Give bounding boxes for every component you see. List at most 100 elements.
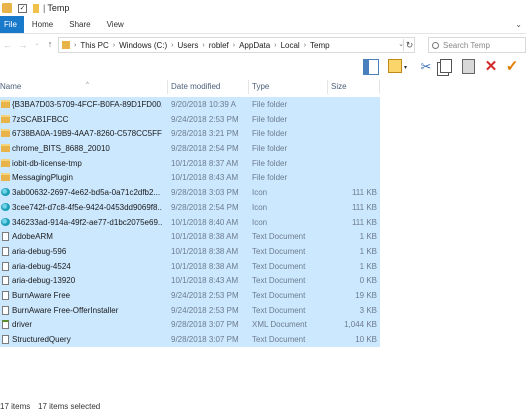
tab-share[interactable]: Share — [61, 16, 98, 33]
column-size[interactable]: Size — [331, 82, 347, 91]
cut-icon[interactable]: ✂ — [418, 59, 434, 75]
paste-icon[interactable] — [462, 59, 475, 74]
file-date: 9/28/2018 3:21 PM — [171, 129, 239, 139]
file-date: 10/1/2018 8:40 AM — [171, 217, 239, 227]
chevron-right-icon[interactable]: › — [74, 42, 76, 49]
file-type: File folder — [252, 114, 288, 124]
file-size: 19 KB — [355, 290, 377, 300]
folder-options-icon[interactable] — [388, 59, 402, 73]
file-date: 10/1/2018 8:38 AM — [171, 246, 239, 256]
tab-file[interactable]: File — [0, 16, 24, 33]
column-name[interactable]: Name — [0, 82, 21, 91]
file-row[interactable]: 346233ad-914a-49f2-ae77-d1bc2075e69... 10… — [0, 214, 380, 230]
file-row[interactable]: 3cee742f-d7c8-4f5e-9424-0453dd9069f8... 9… — [0, 199, 380, 215]
file-list: {B3BA7D03-5709-4FCF-B0FA-89D1FD00... 9/20… — [0, 97, 526, 347]
file-date: 10/1/2018 8:43 AM — [171, 276, 239, 286]
up-button[interactable]: ↑ — [44, 39, 56, 49]
search-input[interactable]: Search Temp — [428, 37, 526, 53]
file-date: 10/1/2018 8:43 AM — [171, 173, 239, 183]
file-type: XML Document — [252, 320, 307, 330]
column-divider[interactable] — [379, 80, 380, 94]
file-size: 111 KB — [351, 217, 377, 227]
file-row[interactable]: aria-debug-596 10/1/2018 8:38 AM Text Docu… — [0, 243, 380, 259]
properties-icon[interactable]: ✓ — [18, 3, 27, 13]
breadcrumb-roblef[interactable]: roblef — [209, 41, 229, 50]
chevron-down-icon[interactable]: ▾ — [404, 64, 407, 71]
file-row[interactable]: BurnAware Free-OfferInstaller 9/24/2018 2… — [0, 302, 380, 318]
file-row[interactable]: 7zSCAB1FBCC 9/24/2018 2:53 PM File folder — [0, 111, 380, 127]
file-name: BurnAware Free-OfferInstaller — [12, 305, 119, 315]
search-placeholder: Search Temp — [443, 40, 490, 50]
sort-ascending-icon: ^ — [86, 82, 89, 88]
folder-icon — [1, 114, 10, 123]
back-button[interactable]: ← — [3, 40, 12, 50]
file-name: chrome_BITS_8688_20010 — [12, 144, 110, 154]
file-type: Text Document — [252, 261, 306, 271]
breadcrumb-temp[interactable]: Temp — [310, 41, 330, 50]
preview-pane-icon[interactable] — [363, 59, 379, 75]
chevron-right-icon[interactable]: › — [171, 42, 173, 49]
file-type: Icon — [252, 188, 268, 198]
file-row[interactable]: iobit-db-license-tmp 10/1/2018 8:37 AM Fil… — [0, 155, 380, 171]
file-name: StructuredQuery — [12, 335, 71, 344]
file-type: File folder — [252, 144, 288, 154]
selected-count: 17 items selected — [38, 402, 101, 411]
breadcrumb-this-pc[interactable]: This PC — [80, 41, 108, 50]
folder-icon — [2, 3, 12, 13]
file-row[interactable]: aria-debug-13920 10/1/2018 8:43 AM Text Do… — [0, 273, 380, 288]
column-divider[interactable] — [327, 80, 328, 94]
folder-icon — [1, 100, 10, 108]
file-name: {B3BA7D03-5709-4FCF-B0FA-89D1FD00... — [12, 100, 162, 109]
breadcrumb-appdata[interactable]: AppData — [239, 41, 270, 50]
rename-check-icon[interactable]: ✓ — [504, 59, 520, 75]
column-divider[interactable] — [248, 80, 249, 94]
text-file-icon — [2, 261, 9, 271]
image-icon — [1, 217, 10, 226]
tab-home[interactable]: Home — [24, 16, 61, 33]
chevron-right-icon[interactable]: › — [233, 42, 235, 49]
new-folder-icon[interactable] — [33, 3, 39, 13]
file-row[interactable]: aria-debug-4524 10/1/2018 8:38 AM Text Doc… — [0, 258, 380, 274]
breadcrumb-windows-c[interactable]: Windows (C:) — [119, 41, 167, 50]
window-title: Temp — [47, 3, 70, 13]
column-type[interactable]: Type — [252, 82, 269, 91]
recent-locations-button[interactable]: ⌄ — [31, 40, 43, 47]
delete-icon[interactable]: ✕ — [483, 59, 499, 75]
column-headers: ^ Name Date modified Type Size — [0, 78, 526, 96]
file-date: 9/28/2018 3:07 PM — [171, 320, 239, 330]
quick-toolbar: ▾ ✂ ✕ ✓ — [0, 56, 526, 78]
file-row[interactable]: BurnAware Free 9/24/2018 2:53 PM Text Docu… — [0, 287, 380, 303]
file-row[interactable]: 3ab00632-2697-4e62-bd5a-0a71c2dfb2... 9/2… — [0, 185, 380, 200]
image-icon — [1, 188, 10, 197]
file-size: 1 KB — [359, 261, 377, 271]
chevron-right-icon[interactable]: › — [274, 42, 276, 49]
file-date: 10/1/2018 8:37 AM — [171, 158, 239, 168]
address-bar[interactable]: › This PC › Windows (C:) › Users › roble… — [58, 37, 415, 53]
forward-button[interactable]: → — [17, 40, 29, 50]
column-date-modified[interactable]: Date modified — [171, 82, 220, 91]
file-row[interactable]: AdobeARM 10/1/2018 8:38 AM Text Document 1 … — [0, 229, 380, 244]
text-file-icon — [2, 232, 9, 242]
chevron-right-icon[interactable]: › — [113, 42, 115, 49]
breadcrumb-users[interactable]: Users — [178, 41, 199, 50]
file-name: 3cee742f-d7c8-4f5e-9424-0453dd9069f8... — [12, 202, 162, 212]
file-size: 1 KB — [359, 232, 377, 242]
file-row[interactable]: {B3BA7D03-5709-4FCF-B0FA-89D1FD00... 9/20… — [0, 97, 380, 112]
copy-icon[interactable] — [440, 59, 452, 73]
file-row[interactable]: 6738BA0A-19B9-4AA7-8260-C578CC5FF 9/28/20… — [0, 126, 380, 142]
breadcrumb-local[interactable]: Local — [281, 41, 300, 50]
refresh-icon[interactable]: ↻ — [403, 39, 415, 51]
file-row[interactable]: driver 9/28/2018 3:07 PM XML Document 1,044… — [0, 317, 380, 332]
chevron-right-icon[interactable]: › — [304, 42, 306, 49]
file-name: driver — [12, 320, 33, 330]
folder-icon — [1, 173, 10, 182]
file-row[interactable]: MessagingPlugin 10/1/2018 8:43 AM File fol… — [0, 170, 380, 186]
file-size: 111 KB — [351, 188, 377, 198]
column-divider[interactable] — [167, 80, 168, 94]
file-type: Text Document — [252, 232, 306, 242]
file-row[interactable]: chrome_BITS_8688_20010 9/28/2018 2:54 PM F… — [0, 141, 380, 156]
file-row[interactable]: StructuredQuery 9/28/2018 3:07 PM Text Doc… — [0, 332, 380, 347]
expand-ribbon-icon[interactable]: ⌄ — [515, 20, 522, 29]
chevron-right-icon[interactable]: › — [202, 42, 204, 49]
tab-view[interactable]: View — [99, 16, 132, 33]
